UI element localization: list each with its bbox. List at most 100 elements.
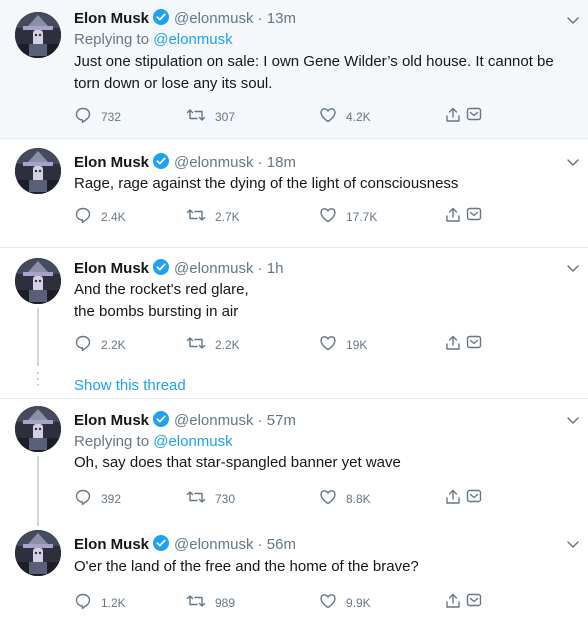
tweet-text-line: the bombs bursting in air <box>74 303 239 320</box>
show-thread-link[interactable]: Show this thread <box>74 377 186 394</box>
separator-dot: · <box>257 260 263 277</box>
like-button[interactable]: 17.7K <box>319 206 377 227</box>
tweet-text: Oh, say does that star-spangled banner y… <box>74 452 574 474</box>
heart-icon <box>319 592 346 613</box>
author-handle[interactable]: @elonmusk <box>174 536 253 553</box>
reply-button[interactable]: 1.2K <box>74 592 126 613</box>
verified-badge-icon <box>152 410 170 434</box>
thread-line <box>37 308 39 366</box>
chevron-down-icon[interactable] <box>565 12 581 28</box>
like-count: 17.7K <box>346 209 378 224</box>
reply-button[interactable]: 392 <box>74 488 121 509</box>
tweet-text-line: Just one stipulation on sale: I own Gene… <box>74 53 554 70</box>
like-button[interactable]: 19K <box>319 334 367 355</box>
avatar[interactable] <box>15 12 61 58</box>
retweet-button[interactable]: 730 <box>186 488 235 509</box>
retweet-count: 989 <box>215 595 236 610</box>
retweet-count: 2.7K <box>215 209 240 224</box>
dm-icon <box>466 592 491 611</box>
dm-button[interactable] <box>466 106 491 125</box>
avatar[interactable] <box>15 148 61 194</box>
heart-icon <box>319 334 346 355</box>
timestamp[interactable]: 57m <box>267 412 296 429</box>
like-button[interactable]: 8.8K <box>319 488 371 509</box>
reply-count: 1.2K <box>101 595 126 610</box>
avatar[interactable] <box>15 406 61 452</box>
reply-count: 392 <box>101 491 122 506</box>
dm-button[interactable] <box>466 206 491 225</box>
separator-dot: · <box>257 154 263 171</box>
tweet-text-line: torn down or lose any its soul. <box>74 75 273 92</box>
author-name[interactable]: Elon Musk <box>74 412 149 429</box>
dm-button[interactable] <box>466 334 491 353</box>
chevron-down-icon[interactable] <box>565 260 581 276</box>
tweet-text: Rage, rage against the dying of the ligh… <box>74 173 574 195</box>
tweet-actions: 732 307 4.2K <box>74 106 494 126</box>
timestamp[interactable]: 18m <box>267 154 296 171</box>
reply-count: 2.4K <box>101 209 126 224</box>
timestamp[interactable]: 56m <box>267 536 296 553</box>
chevron-down-icon[interactable] <box>565 412 581 428</box>
timestamp[interactable]: 13m <box>267 10 296 27</box>
author-handle[interactable]: @elonmusk <box>174 10 253 27</box>
retweet-button[interactable]: 989 <box>186 592 235 613</box>
like-count: 9.9K <box>346 595 371 610</box>
replying-to: Replying to @elonmusk <box>74 432 233 452</box>
retweet-icon <box>186 106 215 127</box>
author-handle[interactable]: @elonmusk <box>174 260 253 277</box>
reply-icon <box>74 488 101 509</box>
dm-icon <box>466 488 491 507</box>
tweet-text: Just one stipulation on sale: I own Gene… <box>74 51 574 95</box>
chevron-down-icon[interactable] <box>565 536 581 552</box>
tweet-text: And the rocket's red glare, the bombs bu… <box>74 279 574 323</box>
heart-icon <box>319 206 346 227</box>
retweet-button[interactable]: 2.2K <box>186 334 240 355</box>
retweet-icon <box>186 334 215 355</box>
like-button[interactable]: 9.9K <box>319 592 371 613</box>
dm-icon <box>466 334 491 353</box>
retweet-icon <box>186 206 215 227</box>
reply-icon <box>74 592 101 613</box>
tweet-actions: 2.2K 2.2K 19K <box>74 334 494 354</box>
like-count: 8.8K <box>346 491 371 506</box>
tweet-header: Elon Musk @elonmusk · 56m <box>74 534 296 558</box>
reply-icon <box>74 206 101 227</box>
tweet-text-line: And the rocket's red glare, <box>74 281 249 298</box>
author-name[interactable]: Elon Musk <box>74 10 149 27</box>
chevron-down-icon[interactable] <box>565 154 581 170</box>
reply-icon <box>74 334 101 355</box>
retweet-count: 730 <box>215 491 236 506</box>
like-button[interactable]: 4.2K <box>319 106 371 127</box>
separator-dot: · <box>257 412 263 429</box>
replying-to-link[interactable]: @elonmusk <box>153 31 232 48</box>
verified-badge-icon <box>152 534 170 558</box>
avatar[interactable] <box>15 258 61 304</box>
reply-button[interactable]: 2.2K <box>74 334 126 355</box>
author-name[interactable]: Elon Musk <box>74 154 149 171</box>
avatar[interactable] <box>15 530 61 576</box>
dm-icon <box>466 106 491 125</box>
tweet-actions: 2.4K 2.7K 17.7K <box>74 206 494 226</box>
replying-to-label: Replying to <box>74 31 150 48</box>
author-name[interactable]: Elon Musk <box>74 536 149 553</box>
author-name[interactable]: Elon Musk <box>74 260 149 277</box>
like-count: 19K <box>346 337 368 352</box>
tweet-text: O'er the land of the free and the home o… <box>74 556 574 578</box>
timestamp[interactable]: 1h <box>267 260 284 277</box>
reply-button[interactable]: 2.4K <box>74 206 126 227</box>
replying-to: Replying to @elonmusk <box>74 30 233 50</box>
tweet-actions: 1.2K 989 9.9K <box>74 592 494 612</box>
dm-button[interactable] <box>466 592 491 611</box>
author-handle[interactable]: @elonmusk <box>174 154 253 171</box>
tweet-text-line: Oh, say does that star-spangled banner y… <box>74 454 401 471</box>
retweet-count: 2.2K <box>215 337 240 352</box>
reply-button[interactable]: 732 <box>74 106 121 127</box>
retweet-button[interactable]: 307 <box>186 106 235 127</box>
author-handle[interactable]: @elonmusk <box>174 412 253 429</box>
dm-button[interactable] <box>466 488 491 507</box>
heart-icon <box>319 488 346 509</box>
retweet-button[interactable]: 2.7K <box>186 206 240 227</box>
retweet-icon <box>186 488 215 509</box>
reply-count: 732 <box>101 109 122 124</box>
replying-to-link[interactable]: @elonmusk <box>153 433 232 450</box>
